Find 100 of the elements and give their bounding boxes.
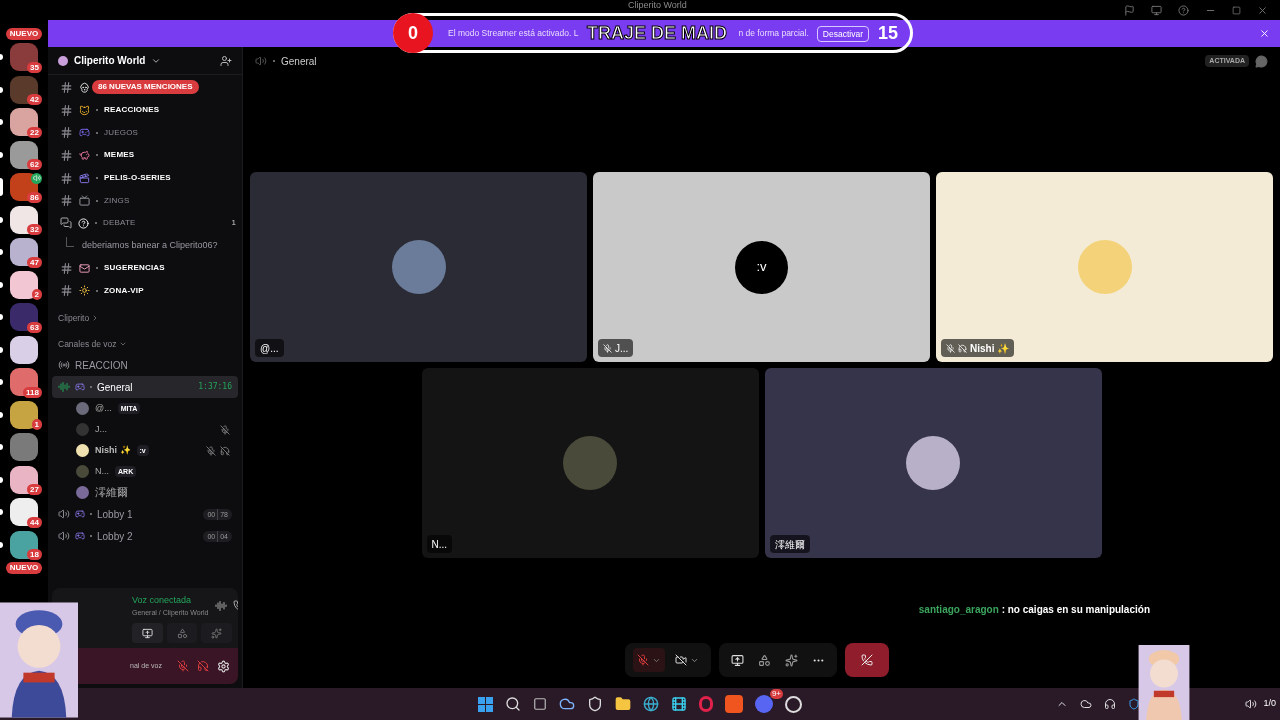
connection-status: Voz conectada: [132, 594, 193, 607]
mentions-pill[interactable]: 86 NUEVAS MENCIONES: [92, 80, 199, 95]
user-name[interactable]: Nishi ✨: [95, 443, 131, 458]
task-view-icon[interactable]: [533, 697, 547, 711]
video-tile[interactable]: :v J...: [593, 172, 930, 362]
channel-name[interactable]: REACCIONES: [104, 104, 160, 117]
user-avatar: [563, 436, 617, 490]
hash-icon: [60, 103, 73, 117]
noise-icon[interactable]: [214, 600, 227, 612]
mention-badge: 1: [31, 419, 42, 430]
globe-icon[interactable]: [643, 696, 659, 712]
video-tile[interactable]: @...: [250, 172, 587, 362]
chat-icon[interactable]: [1255, 54, 1268, 68]
close-icon[interactable]: [1257, 4, 1268, 16]
invite-icon[interactable]: [220, 54, 232, 67]
activities-icon[interactable]: [757, 653, 771, 667]
soundboard-button[interactable]: [201, 623, 232, 643]
clock: 1/0: [1263, 697, 1276, 711]
server-icon[interactable]: [10, 108, 38, 136]
soundboard-icon[interactable]: [784, 653, 798, 667]
volume-icon[interactable]: [1245, 698, 1258, 710]
deactivate-button[interactable]: Desactivar: [816, 25, 869, 42]
mention-badge: 35: [27, 61, 42, 73]
user-name[interactable]: 澪維爾: [95, 484, 128, 501]
category-header[interactable]: Cliperito: [58, 311, 90, 325]
mic-muted-icon[interactable]: [177, 660, 189, 672]
shield-icon[interactable]: [1128, 698, 1140, 710]
search-icon[interactable]: [505, 696, 521, 712]
user-avatar: [76, 486, 89, 500]
video-tile[interactable]: Nishi ✨: [936, 172, 1273, 362]
video-tile[interactable]: 澪維爾: [764, 368, 1102, 558]
share-screen-icon[interactable]: [730, 653, 744, 667]
server-icon[interactable]: [10, 530, 38, 559]
server-icon[interactable]: [10, 335, 38, 364]
flag-icon[interactable]: [1124, 4, 1135, 16]
channel-name[interactable]: MEMES: [104, 149, 135, 162]
server-icon: [58, 55, 68, 66]
cat-icon: [79, 104, 90, 116]
server-name[interactable]: Cliperito World: [74, 53, 146, 68]
server-icon[interactable]: [10, 368, 38, 396]
thread-link[interactable]: deberiamos banear a Cliperito06?: [82, 239, 218, 253]
film-icon[interactable]: [671, 696, 687, 712]
window-title: Cliperito World: [628, 0, 687, 11]
mic-muted-icon: [946, 343, 955, 353]
user-avatar: [76, 465, 89, 479]
channel-name[interactable]: PELIS-O-SERIES: [104, 172, 171, 185]
server-icon[interactable]: [10, 75, 38, 104]
user-avatar: [391, 240, 446, 294]
folder-icon[interactable]: [615, 696, 631, 712]
server-icon[interactable]: [10, 43, 38, 71]
channel-name[interactable]: JUEGOS: [104, 126, 139, 139]
close-icon[interactable]: [1259, 28, 1270, 39]
app-icon[interactable]: [755, 695, 773, 713]
mention-badge: 63: [27, 321, 42, 333]
start-icon[interactable]: [478, 696, 493, 712]
server-icon[interactable]: [10, 498, 38, 526]
monitor-icon[interactable]: [1151, 4, 1162, 16]
server-icon[interactable]: [10, 303, 38, 331]
share-screen-button[interactable]: [132, 623, 163, 643]
hash-icon: [60, 194, 73, 208]
ring-icon[interactable]: [699, 696, 713, 712]
server-icon[interactable]: [10, 270, 38, 299]
mention-badge: 86: [27, 191, 42, 203]
cloud-icon[interactable]: [559, 696, 575, 712]
cloud-icon[interactable]: [1080, 698, 1092, 710]
help-icon[interactable]: [1178, 4, 1189, 16]
server-icon[interactable]: [10, 140, 38, 169]
settings-icon[interactable]: [217, 659, 230, 673]
hang-up-button[interactable]: [844, 643, 889, 677]
headphones-icon[interactable]: [1104, 698, 1116, 710]
server-icon[interactable]: [10, 465, 38, 494]
channel-name[interactable]: ZINGS: [104, 194, 130, 207]
user-name: 澪維爾: [774, 537, 805, 552]
user-name[interactable]: @...: [95, 401, 112, 416]
channel-name[interactable]: ZONA-VIP: [104, 284, 144, 297]
video-tile[interactable]: N...: [421, 368, 759, 558]
voice-channel[interactable]: REACCION: [52, 354, 238, 377]
shield-icon[interactable]: [587, 696, 603, 712]
deafened-icon[interactable]: [197, 660, 209, 672]
hash-icon: [60, 126, 73, 140]
server-icon[interactable]: [10, 400, 38, 429]
category-header[interactable]: Canales de voz: [58, 337, 117, 351]
server-icon[interactable]: [10, 173, 38, 201]
channel-name: Lobby 2: [97, 529, 133, 544]
speaker-icon: [58, 508, 70, 521]
server-icon[interactable]: [10, 205, 38, 234]
user-name[interactable]: J...: [95, 422, 107, 437]
mention-badge: 18: [27, 549, 42, 560]
channel-name[interactable]: SUGERENCIAS: [104, 262, 165, 275]
new-label: NUEVO: [5, 561, 43, 574]
overlay-counter: 15: [877, 21, 898, 45]
server-icon[interactable]: [10, 238, 38, 266]
mention-badge: 32: [27, 224, 42, 235]
mic-toggle[interactable]: [632, 648, 665, 672]
channel-name[interactable]: DEBATE: [103, 217, 136, 230]
voice-channel[interactable]: General 1:37:16: [52, 376, 238, 399]
user-name[interactable]: N...: [95, 464, 109, 479]
user-avatar: [906, 436, 960, 490]
app-icon[interactable]: [725, 695, 743, 713]
avatar-text: :v: [735, 240, 788, 294]
